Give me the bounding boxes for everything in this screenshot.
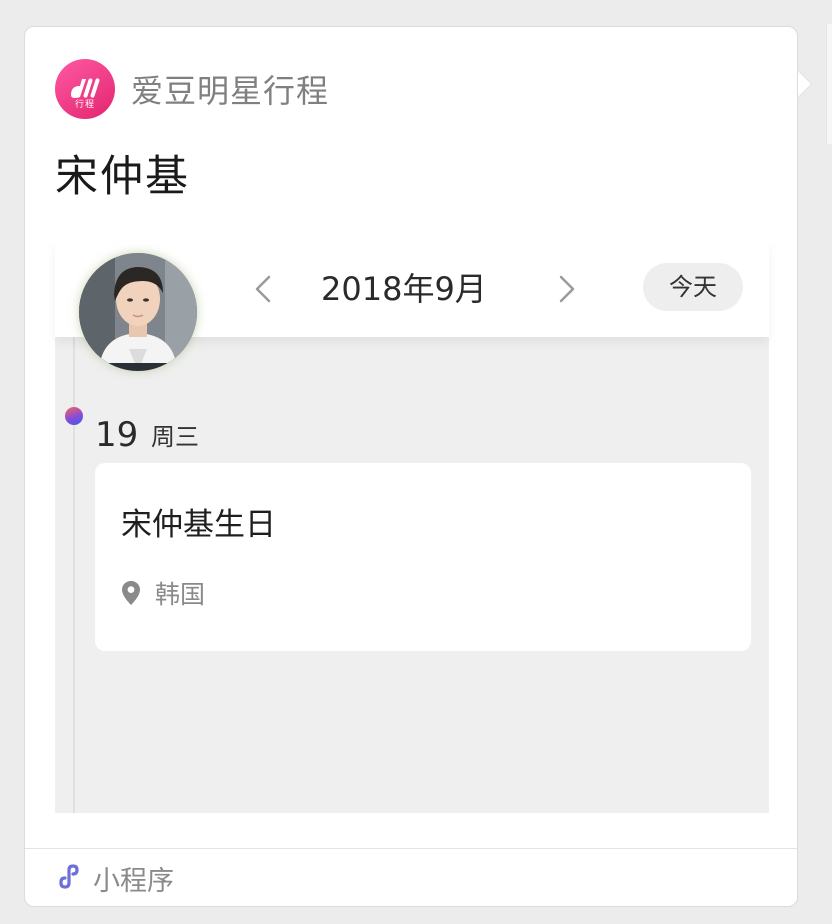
app-logo-icon: 行程 bbox=[55, 59, 115, 119]
today-button[interactable]: 今天 bbox=[643, 263, 743, 311]
event-title: 宋仲基生日 bbox=[121, 507, 276, 543]
event-card[interactable]: 宋仲基生日 韩国 bbox=[95, 463, 751, 651]
app-logo-text: 行程 bbox=[74, 100, 95, 110]
schedule-preview[interactable]: 2018年9月 今天 19 周三 宋仲基生日 韩国 bbox=[55, 241, 769, 813]
day-weekday: 周三 bbox=[151, 423, 199, 451]
mini-program-footer[interactable]: 小程序 bbox=[25, 848, 797, 906]
mini-program-share-card[interactable]: 行程 爱豆明星行程 宋仲基 2018年9月 今天 19 周三 宋仲基生日 韩国 … bbox=[24, 26, 798, 907]
mini-program-label: 小程序 bbox=[93, 865, 174, 897]
event-location-text: 韩国 bbox=[155, 580, 206, 609]
mini-program-link-icon bbox=[55, 861, 85, 895]
card-pointer-tail bbox=[797, 70, 811, 98]
page-title: 宋仲基 bbox=[55, 152, 190, 202]
background-edge-strip bbox=[826, 24, 832, 144]
month-label: 2018年9月 bbox=[321, 270, 487, 308]
map-pin-icon bbox=[121, 580, 141, 610]
day-number: 19 bbox=[95, 415, 139, 455]
event-location: 韩国 bbox=[121, 577, 205, 613]
chevron-right-icon[interactable] bbox=[555, 271, 579, 307]
timeline-dot bbox=[65, 407, 83, 425]
app-name: 爱豆明星行程 bbox=[131, 72, 330, 110]
app-header: 行程 爱豆明星行程 bbox=[55, 59, 329, 119]
chevron-left-icon[interactable] bbox=[251, 271, 275, 307]
avatar[interactable] bbox=[79, 253, 197, 371]
